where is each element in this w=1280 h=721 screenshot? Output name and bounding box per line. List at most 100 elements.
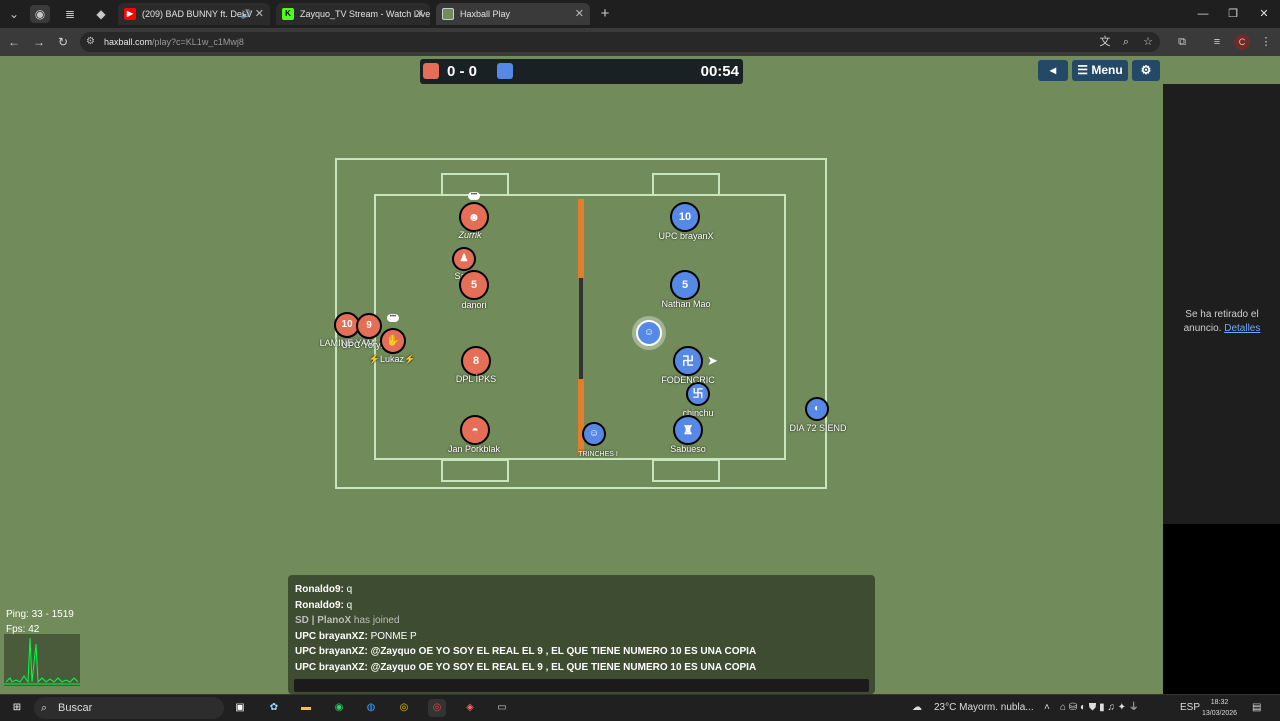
chat-line: UPC brayanXZ: @Zayquo OE YO SOY EL REAL … (295, 660, 868, 676)
language-indicator[interactable]: ESP (1180, 695, 1200, 721)
url-field[interactable]: ⚙ haxball.com/play?c=KL1w_c1Mwj8 (80, 32, 1160, 52)
game-timer: 00:54 (700, 63, 739, 80)
tab-youtube[interactable]: ▶ (209) BAD BUNNY ft. Dei V 🔊 ✕ (118, 3, 270, 25)
bottom-right-box (652, 459, 720, 482)
close-tab-icon[interactable]: ✕ (255, 3, 264, 25)
blue-player-dia72: ◐ (805, 397, 829, 421)
more-menu-icon[interactable]: ⋮ (1257, 33, 1275, 51)
app-icon[interactable]: ◈ (461, 699, 479, 717)
player-avatar-icon: ♟ (459, 253, 469, 264)
notifications-icon[interactable]: ▤ (1252, 695, 1261, 721)
blue-player-trinches: ☺ (582, 422, 606, 446)
profile-avatar[interactable]: C (1234, 34, 1250, 50)
red-team-square (423, 63, 439, 79)
score: 0 - 0 (447, 63, 478, 80)
player-avatar-icon: ✋ (386, 335, 400, 347)
chat-text: q (343, 584, 353, 595)
menu-icon: ☰ (1077, 63, 1092, 77)
red-player-sa: ♟ (452, 247, 476, 271)
haxball-page: Se ha retirado el anuncio. Detalles 0 - … (0, 56, 1280, 694)
chat-bubble-icon: ••• (468, 192, 480, 200)
chat-author: SD | PlanoX (295, 615, 352, 626)
chrome-active-icon[interactable]: ◎ (428, 699, 446, 717)
task-view-icon[interactable]: ▣ (231, 699, 249, 717)
address-bar-row: ← → ↻ ⚙ haxball.com/play?c=KL1w_c1Mwj8 文… (0, 28, 1280, 56)
windows-start-icon[interactable]: ⊞ (8, 699, 26, 717)
tab-list-icon[interactable]: ⌄ (4, 5, 24, 23)
close-tab-icon[interactable]: ✕ (415, 3, 424, 25)
terminal-icon[interactable]: ▭ (493, 699, 511, 717)
player-name: ⚡Lukaz⚡ (368, 354, 416, 364)
fps-graph (4, 634, 80, 686)
chat-text: has joined (351, 615, 400, 626)
weather-icon[interactable]: ☁ (912, 695, 922, 721)
diamond-icon[interactable]: ◆ (91, 5, 111, 23)
player-name: DIA 72 SIEND (789, 423, 847, 433)
site-info-icon[interactable]: ⚙ (86, 35, 100, 49)
whatsapp-icon[interactable]: ◉ (330, 699, 348, 717)
tray-icons[interactable]: ⌂ ⛁ ◐ ⛊ ▮ ♫ ✦ ⏚ (1060, 695, 1139, 721)
chat-line: SD | PlanoX has joined (295, 613, 868, 629)
chat-author: Ronaldo9: (295, 584, 344, 595)
back-icon[interactable]: ← (5, 33, 23, 51)
player-name: Zurrik (458, 230, 482, 240)
clock[interactable]: 18:32 13/03/2026 (1202, 697, 1237, 719)
ball: ☺ (636, 320, 662, 346)
new-tab-icon[interactable]: + (596, 5, 614, 23)
chat-line: Ronaldo9: q (295, 582, 868, 598)
bookmark-star-icon[interactable]: ☆ (1139, 33, 1157, 51)
player-name: DPL ÌPKS (455, 374, 497, 384)
bottom-left-box (441, 459, 509, 482)
taskbar: ⊞ ⌕ Buscar ▣ ✿ ▬ ◉ ◍ ◎ ◎ ◈ ▭ ☁ 23°C Mayo… (0, 694, 1280, 720)
restore-icon[interactable]: ❐ (1218, 4, 1248, 24)
player-name: Sabueso (670, 444, 706, 454)
clock-date: 13/03/2026 (1202, 710, 1238, 717)
tab-haxball[interactable]: Haxball Play ✕ (436, 3, 590, 25)
url-site: haxball.com (104, 37, 153, 47)
tray-chevron-icon[interactable]: ˄ (1044, 695, 1050, 721)
player-name: Jan Porkblak (447, 444, 501, 454)
player-avatar-icon: ◐ (813, 403, 821, 414)
net-stats: Ping: 33 - 1519 Fps: 42 (6, 607, 74, 637)
stack-icon[interactable]: ≣ (60, 5, 80, 23)
smile-icon: ☺ (643, 327, 655, 338)
ad-removed-notice: Se ha retirado el anuncio. Detalles (1172, 308, 1272, 336)
edge-icon[interactable]: ◍ (362, 699, 380, 717)
translate-icon[interactable]: 文 (1096, 33, 1114, 51)
player-avatar-icon: ☻ (467, 210, 481, 224)
tab-kick[interactable]: K Zayquo_TV Stream - Watch Live ✕ (276, 3, 430, 25)
extensions-icon[interactable]: ⧉ (1173, 33, 1191, 51)
settings-gear-icon[interactable]: ⚙ (1132, 60, 1160, 81)
speaker-icon[interactable]: 🔊 (241, 3, 252, 25)
search-label: Buscar (58, 702, 93, 714)
player-number: 10 (678, 211, 692, 223)
reload-icon[interactable]: ↻ (54, 33, 72, 51)
copilot-icon[interactable]: ✿ (265, 699, 283, 717)
blue-player-brayan: 10 (670, 202, 700, 232)
player-name: UPC brayanX (658, 231, 714, 241)
taskbar-search[interactable]: ⌕ Buscar (34, 697, 224, 719)
profile-tab-icon[interactable]: ◉ (30, 5, 50, 23)
blue-player-chinchu: 卐 (686, 382, 710, 406)
chat-author: UPC brayanXZ: (295, 630, 368, 642)
chat-input[interactable] (294, 679, 869, 692)
minimize-icon[interactable]: — (1188, 4, 1218, 24)
player-avatar-icon: ☺ (588, 428, 600, 439)
player-number: 卍 (681, 354, 694, 368)
player-number: 5 (470, 279, 478, 291)
youtube-icon: ▶ (124, 8, 136, 20)
player-number: 5 (681, 279, 689, 291)
leave-button[interactable]: ◂ (1038, 60, 1068, 81)
close-window-icon[interactable]: ✕ (1249, 4, 1279, 24)
forward-icon[interactable]: → (30, 33, 48, 51)
zoom-icon[interactable]: ⌕ (1117, 33, 1135, 51)
ad-details-link[interactable]: Detalles (1224, 323, 1260, 334)
file-explorer-icon[interactable]: ▬ (297, 699, 315, 717)
media-icon[interactable]: ≡ (1208, 33, 1226, 51)
blue-player-foden: 卍 (673, 346, 703, 376)
close-tab-icon[interactable]: ✕ (575, 3, 584, 25)
chrome-icon[interactable]: ◎ (395, 699, 413, 717)
menu-button[interactable]: ☰ Menu (1072, 60, 1128, 81)
red-player-danori: 5 (459, 270, 489, 300)
weather-text[interactable]: 23°C Mayorm. nubla... (934, 695, 1034, 721)
